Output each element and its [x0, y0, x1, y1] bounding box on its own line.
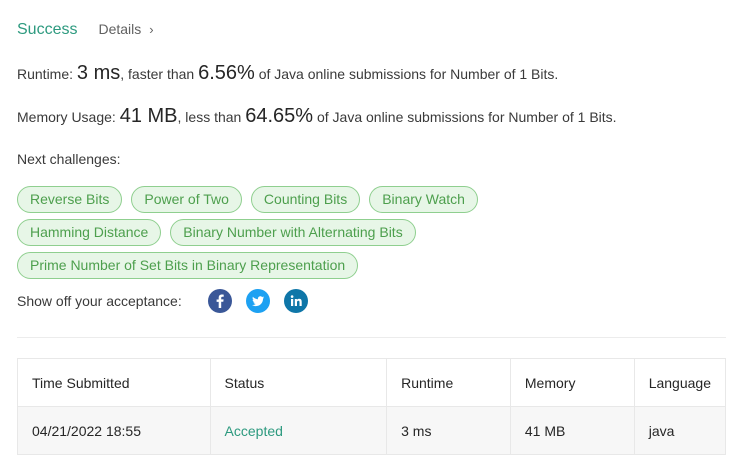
runtime-stat: Runtime: 3 ms, faster than 6.56% of Java…: [17, 62, 558, 85]
memory-value: 41 MB: [119, 105, 178, 127]
challenge-chip-counting-bits[interactable]: Counting Bits: [250, 186, 361, 213]
memory-comparison: , less than: [177, 109, 242, 125]
share-section: Show off your acceptance:: [17, 289, 308, 313]
runtime-comparison: , faster than: [120, 66, 195, 82]
status-success: Success: [17, 21, 78, 38]
memory-percent: 64.65%: [245, 105, 314, 127]
column-header-runtime: Runtime: [386, 358, 511, 407]
share-label: Show off your acceptance:: [17, 293, 182, 309]
section-divider: [17, 337, 726, 338]
cell-language: java: [633, 406, 727, 455]
runtime-value: 3 ms: [76, 62, 121, 84]
social-buttons: [207, 289, 308, 313]
table-header-row: Time Submitted Status Runtime Memory Lan…: [17, 358, 727, 407]
runtime-suffix: of Java online submissions for Number of…: [258, 66, 559, 82]
submissions-table: Time Submitted Status Runtime Memory Lan…: [17, 358, 727, 455]
chevron-right-icon: ›: [149, 21, 154, 37]
column-header-memory: Memory: [509, 358, 635, 407]
twitter-icon[interactable]: [245, 289, 270, 313]
challenge-chip-binary-watch[interactable]: Binary Watch: [369, 186, 478, 213]
challenge-chip-alternating-bits[interactable]: Binary Number with Alternating Bits: [170, 219, 416, 246]
cell-status: Accepted: [209, 406, 388, 455]
memory-label: Memory Usage:: [17, 109, 116, 125]
next-challenges-label: Next challenges:: [17, 151, 121, 167]
cell-memory: 41 MB: [509, 406, 635, 455]
cell-time-submitted: 04/21/2022 18:55: [17, 406, 211, 455]
cell-runtime: 3 ms: [386, 406, 511, 455]
chip-row: Reverse Bits Power of Two Counting Bits …: [17, 186, 517, 213]
challenge-chip-hamming-distance[interactable]: Hamming Distance: [17, 219, 162, 246]
chip-row: Prime Number of Set Bits in Binary Repre…: [17, 252, 517, 279]
runtime-percent: 6.56%: [198, 62, 255, 84]
runtime-label: Runtime:: [17, 66, 74, 82]
table-row: 04/21/2022 18:55 Accepted 3 ms 41 MB jav…: [17, 406, 727, 455]
linkedin-icon[interactable]: [283, 289, 308, 313]
column-header-time: Time Submitted: [17, 358, 211, 407]
challenge-chips: Reverse Bits Power of Two Counting Bits …: [17, 186, 517, 285]
facebook-icon[interactable]: [207, 289, 232, 313]
memory-stat: Memory Usage: 41 MB, less than 64.65% of…: [17, 105, 617, 128]
column-header-language: Language: [633, 358, 727, 407]
details-label: Details: [98, 21, 142, 37]
challenge-chip-prime-set-bits[interactable]: Prime Number of Set Bits in Binary Repre…: [17, 252, 359, 279]
details-link[interactable]: Details ›: [98, 21, 153, 37]
result-header: Success Details ›: [17, 21, 154, 39]
challenge-chip-reverse-bits[interactable]: Reverse Bits: [17, 186, 123, 213]
memory-suffix: of Java online submissions for Number of…: [316, 109, 617, 125]
column-header-status: Status: [209, 358, 388, 407]
chip-row: Hamming Distance Binary Number with Alte…: [17, 219, 517, 246]
challenge-chip-power-of-two[interactable]: Power of Two: [131, 186, 242, 213]
status-accepted-link[interactable]: Accepted: [225, 423, 283, 439]
